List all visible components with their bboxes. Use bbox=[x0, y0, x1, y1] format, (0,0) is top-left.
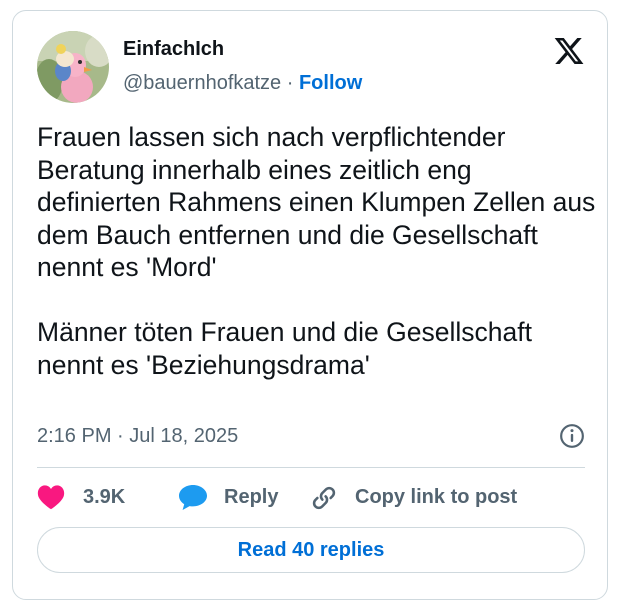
tweet-date[interactable]: Jul 18, 2025 bbox=[129, 425, 238, 447]
read-replies-button[interactable]: Read 40 replies bbox=[37, 527, 585, 573]
copy-link-label: Copy link to post bbox=[355, 486, 518, 508]
date-separator: · bbox=[111, 425, 130, 447]
tweet-text: Frauen lassen sich nach verpflichtender … bbox=[37, 122, 596, 380]
follow-button[interactable]: Follow bbox=[299, 72, 362, 94]
info-icon[interactable] bbox=[559, 423, 585, 449]
speech-bubble-icon bbox=[179, 485, 207, 510]
tweet-card: EinfachIch @bauernhofkatze · Follow Frau… bbox=[12, 10, 608, 600]
reply-label: Reply bbox=[224, 486, 279, 508]
avatar-image bbox=[37, 31, 109, 103]
author-handle[interactable]: @bauernhofkatze bbox=[123, 72, 281, 94]
handle-separator: · bbox=[281, 72, 299, 94]
author-handle-row: @bauernhofkatze · Follow bbox=[123, 71, 362, 95]
avatar[interactable] bbox=[37, 31, 109, 103]
link-icon bbox=[312, 486, 336, 510]
author-display-name[interactable]: EinfachIch bbox=[123, 37, 224, 61]
divider bbox=[37, 467, 585, 468]
heart-icon bbox=[37, 485, 65, 510]
tweet-time[interactable]: 2:16 PM bbox=[37, 425, 111, 447]
like-count: 3.9K bbox=[83, 486, 126, 508]
timestamp-row: 2:16 PM · Jul 18, 2025 bbox=[37, 422, 585, 450]
x-logo-icon[interactable] bbox=[553, 35, 585, 67]
